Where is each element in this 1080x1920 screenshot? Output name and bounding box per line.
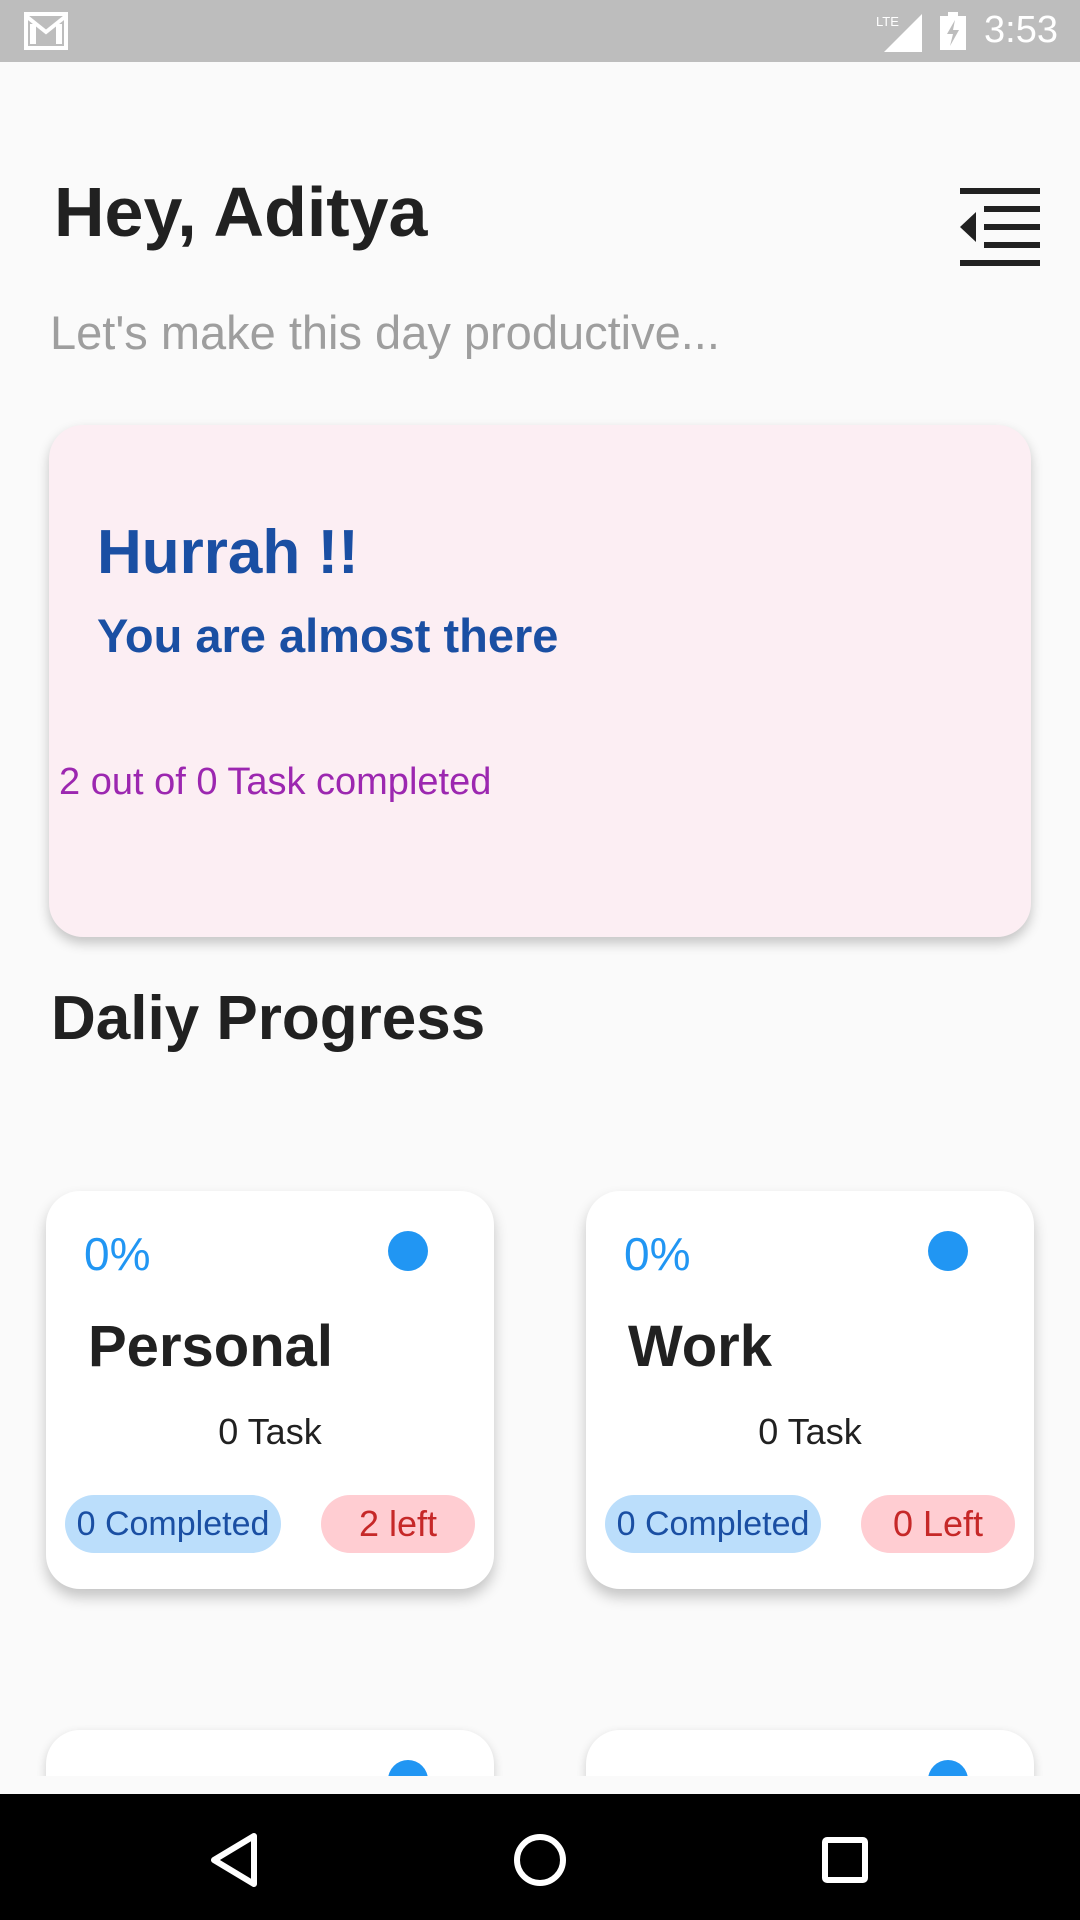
section-title: Daliy Progress: [51, 984, 486, 1053]
category-percent: 0%: [84, 1228, 151, 1280]
status-time: 3:53: [984, 9, 1058, 51]
recents-icon: [822, 1837, 868, 1883]
indent-menu-icon: [960, 188, 1040, 266]
left-badge: 0 Left: [861, 1495, 1015, 1553]
lte-signal-icon: LTE: [876, 14, 922, 52]
category-card-partial[interactable]: [586, 1730, 1034, 1776]
navigation-bar: [0, 1794, 1080, 1920]
status-dot-icon: [388, 1231, 428, 1271]
next-row-clipped: [0, 1720, 1080, 1776]
status-dot-icon: [928, 1231, 968, 1271]
recents-button[interactable]: [804, 1820, 884, 1900]
svg-text:LTE: LTE: [876, 14, 899, 29]
menu-button[interactable]: [956, 186, 1040, 270]
progress-summary-card[interactable]: Hurrah !! You are almost there 2 out of …: [49, 425, 1031, 937]
category-card-personal[interactable]: 0% Personal 0 Task 0 Completed 2 left: [46, 1191, 494, 1589]
mail-icon: [24, 12, 68, 50]
category-name: Personal: [88, 1314, 333, 1379]
category-card-work[interactable]: 0% Work 0 Task 0 Completed 0 Left: [586, 1191, 1034, 1589]
task-progress-text: 2 out of 0 Task completed: [59, 761, 492, 803]
category-name: Work: [628, 1314, 772, 1379]
task-count: 0 Task: [218, 1411, 322, 1452]
category-card-partial[interactable]: [46, 1730, 494, 1776]
status-bar: LTE 3:53: [0, 0, 1080, 62]
back-icon: [211, 1833, 257, 1887]
status-dot-icon: [928, 1760, 968, 1776]
battery-charging-icon: [940, 12, 966, 50]
category-percent: 0%: [624, 1228, 691, 1280]
home-icon: [514, 1834, 566, 1886]
greeting-title: Hey, Aditya: [54, 173, 428, 251]
completed-badge: 0 Completed: [605, 1495, 821, 1553]
back-button[interactable]: [196, 1820, 276, 1900]
home-button[interactable]: [500, 1820, 580, 1900]
hero-subtitle: You are almost there: [97, 609, 559, 662]
status-dot-icon: [388, 1760, 428, 1776]
hero-title: Hurrah !!: [97, 518, 359, 587]
task-count: 0 Task: [758, 1411, 862, 1452]
completed-badge: 0 Completed: [65, 1495, 281, 1553]
subtitle: Let's make this day productive...: [50, 306, 720, 359]
left-badge: 2 left: [321, 1495, 475, 1553]
